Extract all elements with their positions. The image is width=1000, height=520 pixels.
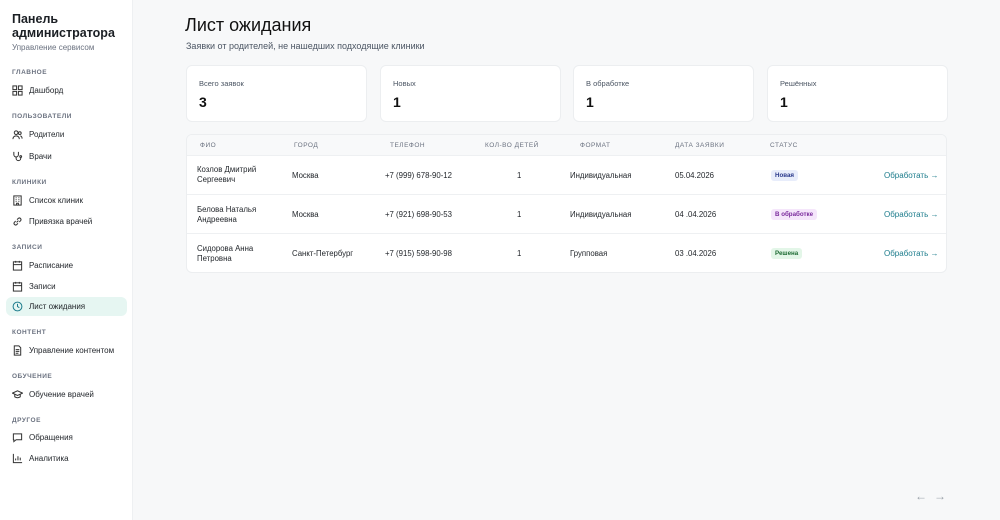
- sidebar-item-waitlist[interactable]: Лист ожидания: [6, 297, 127, 316]
- column-header-phone: ТЕЛЕФОН: [390, 142, 426, 149]
- sidebar-item-analytics[interactable]: Аналитика: [6, 449, 127, 468]
- section-records: ЗАПИСИ: [12, 244, 43, 251]
- sidebar-item-label: Врачи: [29, 152, 52, 161]
- cell-phone: +7 (915) 598-90-98: [385, 249, 452, 258]
- sidebar-item-doctor-training[interactable]: Обучение врачей: [6, 385, 127, 404]
- section-other: ДРУГОЕ: [12, 417, 41, 424]
- stat-card-resolved: Решённых 1: [767, 65, 948, 122]
- stethoscope-icon: [12, 151, 23, 162]
- stat-label: В обработке: [586, 79, 630, 88]
- sidebar-item-label: Записи: [29, 282, 56, 291]
- stat-value: 1: [780, 94, 788, 110]
- cell-name: Сидорова Анна Петровна: [197, 244, 254, 263]
- brand-subtitle: Управление сервисом: [12, 43, 95, 52]
- process-link[interactable]: Обработать →: [884, 249, 938, 258]
- table-header: ФИО ГОРОД ТЕЛЕФОН КОЛ-ВО ДЕТЕЙ ФОРМАТ ДА…: [187, 135, 946, 156]
- link-icon: [12, 216, 23, 227]
- next-page-button[interactable]: →: [933, 489, 947, 503]
- sidebar-item-clinic-list[interactable]: Список клиник: [6, 191, 127, 210]
- stat-label: Решённых: [780, 79, 817, 88]
- building-icon: [12, 195, 23, 206]
- waitlist-table: ФИО ГОРОД ТЕЛЕФОН КОЛ-ВО ДЕТЕЙ ФОРМАТ ДА…: [186, 134, 947, 273]
- brand-title: Панель администратора: [12, 12, 115, 40]
- cell-date: 04 .04.2026: [675, 210, 717, 219]
- sidebar-item-label: Привязка врачей: [29, 217, 93, 226]
- sidebar-item-label: Управление контентом: [29, 346, 115, 355]
- sidebar-item-label: Расписание: [29, 261, 74, 270]
- cell-format: Индивидуальная: [570, 171, 632, 180]
- sidebar-item-doctors[interactable]: Врачи: [6, 147, 127, 166]
- status-badge: Новая: [771, 170, 799, 181]
- message-icon: [12, 432, 23, 443]
- status-badge: Решена: [771, 248, 803, 259]
- table-row: Козлов Дмитрий Сергеевич Москва +7 (999)…: [187, 156, 946, 195]
- calendar-icon: [12, 260, 23, 271]
- calendar-check-icon: [12, 281, 23, 292]
- table-row: Сидорова Анна Петровна Санкт-Петербург +…: [187, 234, 946, 272]
- column-header-name: ФИО: [200, 142, 217, 149]
- stat-card-new: Новых 1: [380, 65, 561, 122]
- sidebar-item-doctor-binding[interactable]: Привязка врачей: [6, 212, 127, 231]
- sidebar-item-dashboard[interactable]: Дашборд: [6, 81, 127, 100]
- bar-chart-icon: [12, 453, 23, 464]
- sidebar-item-label: Аналитика: [29, 454, 69, 463]
- users-icon: [12, 129, 23, 140]
- sidebar-item-label: Список клиник: [29, 196, 83, 205]
- cell-kids: 1: [517, 171, 522, 180]
- stat-value: 1: [586, 94, 594, 110]
- sidebar-item-records[interactable]: Записи: [6, 277, 127, 296]
- sidebar-item-label: Лист ожидания: [29, 302, 86, 311]
- stat-label: Всего заявок: [199, 79, 244, 88]
- column-header-date: ДАТА ЗАЯВКИ: [675, 142, 725, 149]
- sidebar-item-label: Обучение врачей: [29, 390, 94, 399]
- stat-value: 3: [199, 94, 207, 110]
- process-link[interactable]: Обработать →: [884, 210, 938, 219]
- cell-kids: 1: [517, 249, 522, 258]
- table-row: Белова Наталья Андреевна Москва +7 (921)…: [187, 195, 946, 234]
- column-header-city: ГОРОД: [294, 142, 319, 149]
- page-title: Лист ожидания: [185, 15, 312, 35]
- cell-city: Москва: [292, 210, 319, 219]
- dashboard-icon: [12, 85, 23, 96]
- status-badge: В обработке: [771, 209, 818, 220]
- prev-page-button[interactable]: ←: [914, 489, 928, 503]
- cell-format: Групповая: [570, 249, 608, 258]
- column-header-format: ФОРМАТ: [580, 142, 611, 149]
- section-learning: ОБУЧЕНИЕ: [12, 373, 53, 380]
- sidebar-item-label: Дашборд: [29, 86, 64, 95]
- sidebar-item-messages[interactable]: Обращения: [6, 428, 127, 447]
- sidebar-item-parents[interactable]: Родители: [6, 125, 127, 144]
- cell-date: 05.04.2026: [675, 171, 715, 180]
- document-icon: [12, 345, 23, 356]
- cell-name: Белова Наталья Андреевна: [197, 205, 257, 224]
- cell-city: Москва: [292, 171, 319, 180]
- stat-value: 1: [393, 94, 401, 110]
- cell-phone: +7 (921) 698-90-53: [385, 210, 452, 219]
- process-link[interactable]: Обработать →: [884, 171, 938, 180]
- sidebar-item-schedule[interactable]: Расписание: [6, 256, 127, 275]
- cell-city: Санкт-Петербург: [292, 249, 354, 258]
- stat-card-total: Всего заявок 3: [186, 65, 367, 122]
- section-main: ГЛАВНОЕ: [12, 69, 48, 76]
- clock-icon: [12, 301, 23, 312]
- cell-kids: 1: [517, 210, 522, 219]
- section-users: ПОЛЬЗОВАТЕЛИ: [12, 113, 72, 120]
- section-clinics: КЛИНИКИ: [12, 179, 47, 186]
- brand: Панель администратора Управление сервисо…: [0, 0, 132, 52]
- page-subtitle: Заявки от родителей, не нашедших подходя…: [186, 41, 425, 51]
- sidebar-item-label: Родители: [29, 130, 65, 139]
- column-header-kids: КОЛ-ВО ДЕТЕЙ: [485, 142, 539, 149]
- graduation-cap-icon: [12, 389, 23, 400]
- stat-card-in-progress: В обработке 1: [573, 65, 754, 122]
- section-content: КОНТЕНТ: [12, 329, 47, 336]
- sidebar-item-label: Обращения: [29, 433, 73, 442]
- sidebar-item-content-mgmt[interactable]: Управление контентом: [6, 341, 127, 360]
- cell-name: Козлов Дмитрий Сергеевич: [197, 165, 257, 184]
- cell-format: Индивидуальная: [570, 210, 632, 219]
- column-header-status: СТАТУС: [770, 142, 798, 149]
- stat-label: Новых: [393, 79, 416, 88]
- cell-date: 03 .04.2026: [675, 249, 717, 258]
- cell-phone: +7 (999) 678-90-12: [385, 171, 452, 180]
- sidebar: Панель администратора Управление сервисо…: [0, 0, 133, 520]
